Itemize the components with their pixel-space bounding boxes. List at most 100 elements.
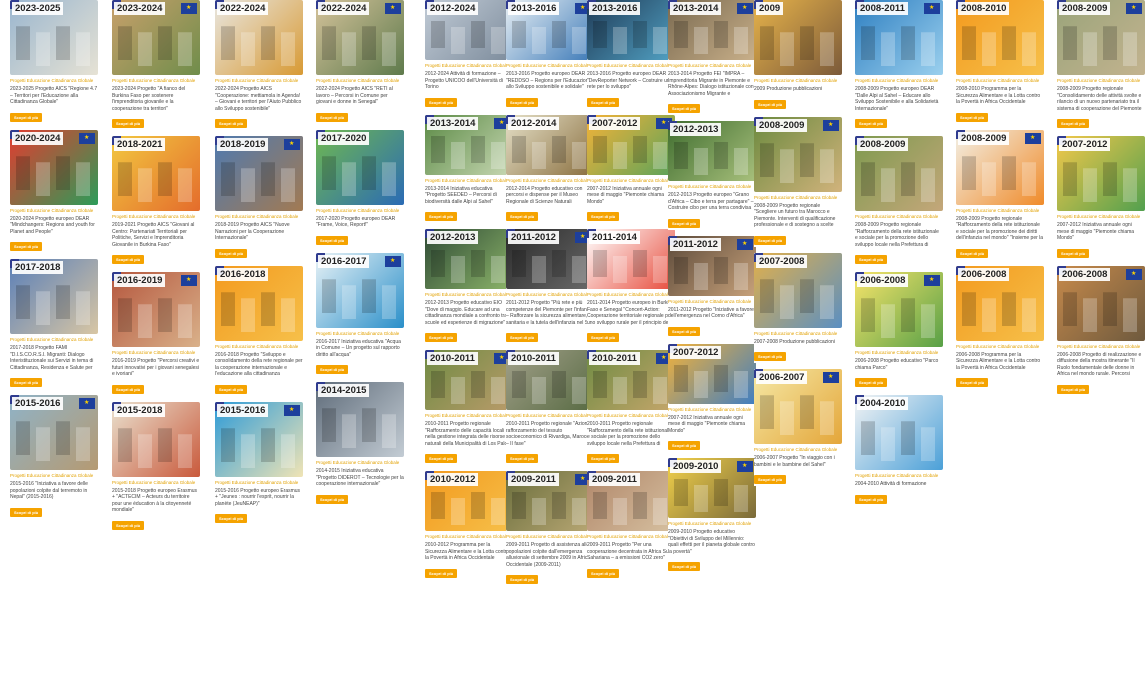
project-category[interactable]: Progetti Educazione Cittadinanza Globale bbox=[587, 292, 675, 298]
project-thumbnail[interactable]: 2018-2019 bbox=[215, 136, 303, 211]
read-more-button[interactable]: Scopri di più bbox=[215, 514, 248, 523]
project-category[interactable]: Progetti Educazione Cittadinanza Globale bbox=[506, 178, 594, 184]
read-more-button[interactable]: Scopri di più bbox=[425, 333, 458, 342]
project-category[interactable]: Progetti Educazione Cittadinanza Globale bbox=[956, 344, 1044, 350]
read-more-button[interactable]: Scopri di più bbox=[316, 235, 349, 245]
project-card[interactable]: 2006-2008 Progetti Educazione Cittadinanz… bbox=[1057, 265, 1145, 396]
project-thumbnail[interactable]: 2011-2012 bbox=[506, 229, 594, 289]
project-category[interactable]: Progetti Educazione Cittadinanza Globale bbox=[112, 78, 200, 84]
project-thumbnail[interactable]: 2012-2013 bbox=[668, 121, 756, 181]
project-thumbnail[interactable]: 2013-2016 bbox=[506, 0, 594, 60]
project-card[interactable]: 2008-2009 Progetti Educazione Cittadinanz… bbox=[855, 136, 943, 266]
read-more-button[interactable]: Scopri di più bbox=[956, 248, 989, 258]
read-more-button[interactable]: Scopri di più bbox=[316, 365, 349, 374]
project-category[interactable]: Progetti Educazione Cittadinanza Globale bbox=[112, 350, 200, 356]
project-category[interactable]: Progetti Educazione Cittadinanza Globale bbox=[587, 534, 675, 540]
project-card[interactable]: 2012-2013 Progetti Educazione Cittadinanz… bbox=[668, 121, 756, 230]
read-more-button[interactable]: Scopri di più bbox=[754, 235, 787, 245]
read-more-button[interactable]: Scopri di più bbox=[316, 112, 349, 122]
project-card[interactable]: 2008-2009 Progetti Educazione Cittadinanz… bbox=[956, 129, 1044, 260]
project-card[interactable]: 2018-2021 Progetti Educazione Cittadinanz… bbox=[112, 136, 200, 266]
project-card[interactable]: 2013-2014 Progetti Educazione Cittadinanz… bbox=[425, 114, 513, 223]
project-category[interactable]: Progetti Educazione Cittadinanza Globale bbox=[506, 413, 594, 419]
project-card[interactable]: 2016-2017 Progetti Educazione Cittadinanz… bbox=[316, 252, 404, 376]
project-card[interactable]: 2009 Progetti Educazione Cittadinanza Glo… bbox=[754, 0, 842, 111]
project-category[interactable]: Progetti Educazione Cittadinanza Globale bbox=[425, 413, 513, 419]
project-thumbnail[interactable]: 2007-2012 bbox=[587, 114, 675, 175]
project-thumbnail[interactable]: 2023-2024 bbox=[112, 0, 200, 75]
read-more-button[interactable]: Scopri di più bbox=[587, 97, 620, 107]
project-thumbnail[interactable]: 2015-2016 bbox=[215, 401, 303, 477]
project-card[interactable]: 2004-2010 Progetti Educazione Cittadinanz… bbox=[855, 395, 943, 506]
project-thumbnail[interactable]: 2013-2014 bbox=[668, 0, 756, 60]
project-card[interactable]: 2015-2016 Progetti Educazione Cittadinanz… bbox=[10, 395, 98, 519]
project-card[interactable]: 2010-2011 Progetti Educazione Cittadinanz… bbox=[587, 350, 675, 465]
project-thumbnail[interactable]: 2009-2011 bbox=[506, 471, 594, 531]
project-category[interactable]: Progetti Educazione Cittadinanza Globale bbox=[506, 63, 594, 69]
project-category[interactable]: Progetti Educazione Cittadinanza Globale bbox=[506, 534, 594, 540]
project-category[interactable]: Progetti Educazione Cittadinanza Globale bbox=[668, 299, 756, 305]
project-thumbnail[interactable]: 2012-2024 bbox=[425, 0, 513, 60]
read-more-button[interactable]: Scopri di più bbox=[215, 119, 248, 128]
project-card[interactable]: 2013-2016 Progetti Educazione Cittadinanz… bbox=[587, 0, 675, 109]
project-category[interactable]: Progetti Educazione Cittadinanza Globale bbox=[1057, 344, 1145, 350]
read-more-button[interactable]: Scopri di più bbox=[855, 119, 888, 128]
project-category[interactable]: Progetti Educazione Cittadinanza Globale bbox=[587, 413, 675, 419]
project-card[interactable]: 2015-2016 Progetti Educazione Cittadinanz… bbox=[215, 401, 303, 525]
project-card[interactable]: 2006-2008 Progetti Educazione Cittadinanz… bbox=[855, 272, 943, 389]
project-card[interactable]: 2007-2012 Progetti Educazione Cittadinanz… bbox=[587, 114, 675, 223]
project-thumbnail[interactable]: 2023-2025 bbox=[10, 0, 98, 75]
read-more-button[interactable]: Scopri di più bbox=[112, 384, 145, 394]
project-thumbnail[interactable]: 2006-2008 bbox=[956, 265, 1044, 341]
project-card[interactable]: 2010-2012 Progetti Educazione Cittadinanz… bbox=[425, 471, 513, 580]
project-card[interactable]: 2009-2011 Progetti Educazione Cittadinanz… bbox=[506, 471, 594, 586]
read-more-button[interactable]: Scopri di più bbox=[10, 378, 43, 387]
read-more-button[interactable]: Scopri di più bbox=[425, 454, 458, 463]
read-more-button[interactable]: Scopri di più bbox=[112, 255, 145, 264]
project-category[interactable]: Progetti Educazione Cittadinanza Globale bbox=[425, 63, 513, 69]
project-card[interactable]: 2022-2024 Progetti Educazione Cittadinanz… bbox=[316, 0, 404, 124]
project-thumbnail[interactable]: 2008-2009 bbox=[754, 116, 842, 192]
project-category[interactable]: Progetti Educazione Cittadinanza Globale bbox=[215, 78, 303, 84]
read-more-button[interactable]: Scopri di più bbox=[587, 568, 620, 578]
read-more-button[interactable]: Scopri di più bbox=[668, 218, 701, 228]
project-card[interactable]: 2007-2012 Progetti Educazione Cittadinanz… bbox=[668, 343, 756, 452]
project-thumbnail[interactable]: 2010-2011 bbox=[425, 350, 513, 410]
project-category[interactable]: Progetti Educazione Cittadinanza Globale bbox=[316, 331, 404, 337]
read-more-button[interactable]: Scopri di più bbox=[754, 352, 787, 361]
project-category[interactable]: Progetti Educazione Cittadinanza Globale bbox=[506, 292, 594, 298]
project-card[interactable]: 2008-2009 Progetti Educazione Cittadinanz… bbox=[1057, 0, 1145, 130]
read-more-button[interactable]: Scopri di più bbox=[425, 568, 458, 578]
read-more-button[interactable]: Scopri di più bbox=[425, 212, 458, 221]
project-thumbnail[interactable]: 2016-2017 bbox=[316, 252, 404, 328]
read-more-button[interactable]: Scopri di più bbox=[506, 454, 539, 463]
project-card[interactable]: 2020-2024 Progetti Educazione Cittadinanz… bbox=[10, 129, 98, 253]
project-category[interactable]: Progetti Educazione Cittadinanza Globale bbox=[956, 78, 1044, 84]
project-card[interactable]: 2023-2024 Progetti Educazione Cittadinanz… bbox=[112, 0, 200, 130]
read-more-button[interactable]: Scopri di più bbox=[587, 454, 620, 463]
project-category[interactable]: Progetti Educazione Cittadinanza Globale bbox=[425, 292, 513, 298]
project-category[interactable]: Progetti Educazione Cittadinanza Globale bbox=[1057, 78, 1145, 84]
project-thumbnail[interactable]: 2015-2016 bbox=[10, 395, 98, 470]
project-card[interactable]: 2007-2008 Progetti Educazione Cittadinanz… bbox=[754, 252, 842, 363]
project-card[interactable]: 2008-2009 Progetti Educazione Cittadinanz… bbox=[754, 116, 842, 247]
project-category[interactable]: Progetti Educazione Cittadinanza Globale bbox=[316, 78, 404, 84]
project-thumbnail[interactable]: 2016-2018 bbox=[215, 265, 303, 341]
project-card[interactable]: 2013-2014 Progetti Educazione Cittadinanz… bbox=[668, 0, 756, 115]
project-category[interactable]: Progetti Educazione Cittadinanza Globale bbox=[215, 344, 303, 350]
project-thumbnail[interactable]: 2018-2021 bbox=[112, 136, 200, 211]
project-card[interactable]: 2012-2014 Progetti Educazione Cittadinanz… bbox=[506, 114, 594, 223]
project-thumbnail[interactable]: 2008-2009 bbox=[855, 136, 943, 211]
read-more-button[interactable]: Scopri di più bbox=[112, 520, 145, 530]
read-more-button[interactable]: Scopri di più bbox=[754, 475, 787, 484]
read-more-button[interactable]: Scopri di più bbox=[1057, 384, 1090, 394]
project-category[interactable]: Progetti Educazione Cittadinanza Globale bbox=[754, 195, 842, 201]
project-thumbnail[interactable]: 2015-2018 bbox=[112, 401, 200, 477]
project-thumbnail[interactable]: 2008-2009 bbox=[956, 129, 1044, 205]
project-card[interactable]: 2007-2012 Progetti Educazione Cittadinanz… bbox=[1057, 136, 1145, 260]
project-thumbnail[interactable]: 2022-2024 bbox=[316, 0, 404, 75]
project-card[interactable]: 2012-2013 Progetti Educazione Cittadinanz… bbox=[425, 229, 513, 344]
project-thumbnail[interactable]: 2007-2012 bbox=[1057, 136, 1145, 211]
read-more-button[interactable]: Scopri di più bbox=[425, 97, 458, 107]
project-card[interactable]: 2009-2010 Progetti Educazione Cittadinanz… bbox=[668, 458, 756, 573]
